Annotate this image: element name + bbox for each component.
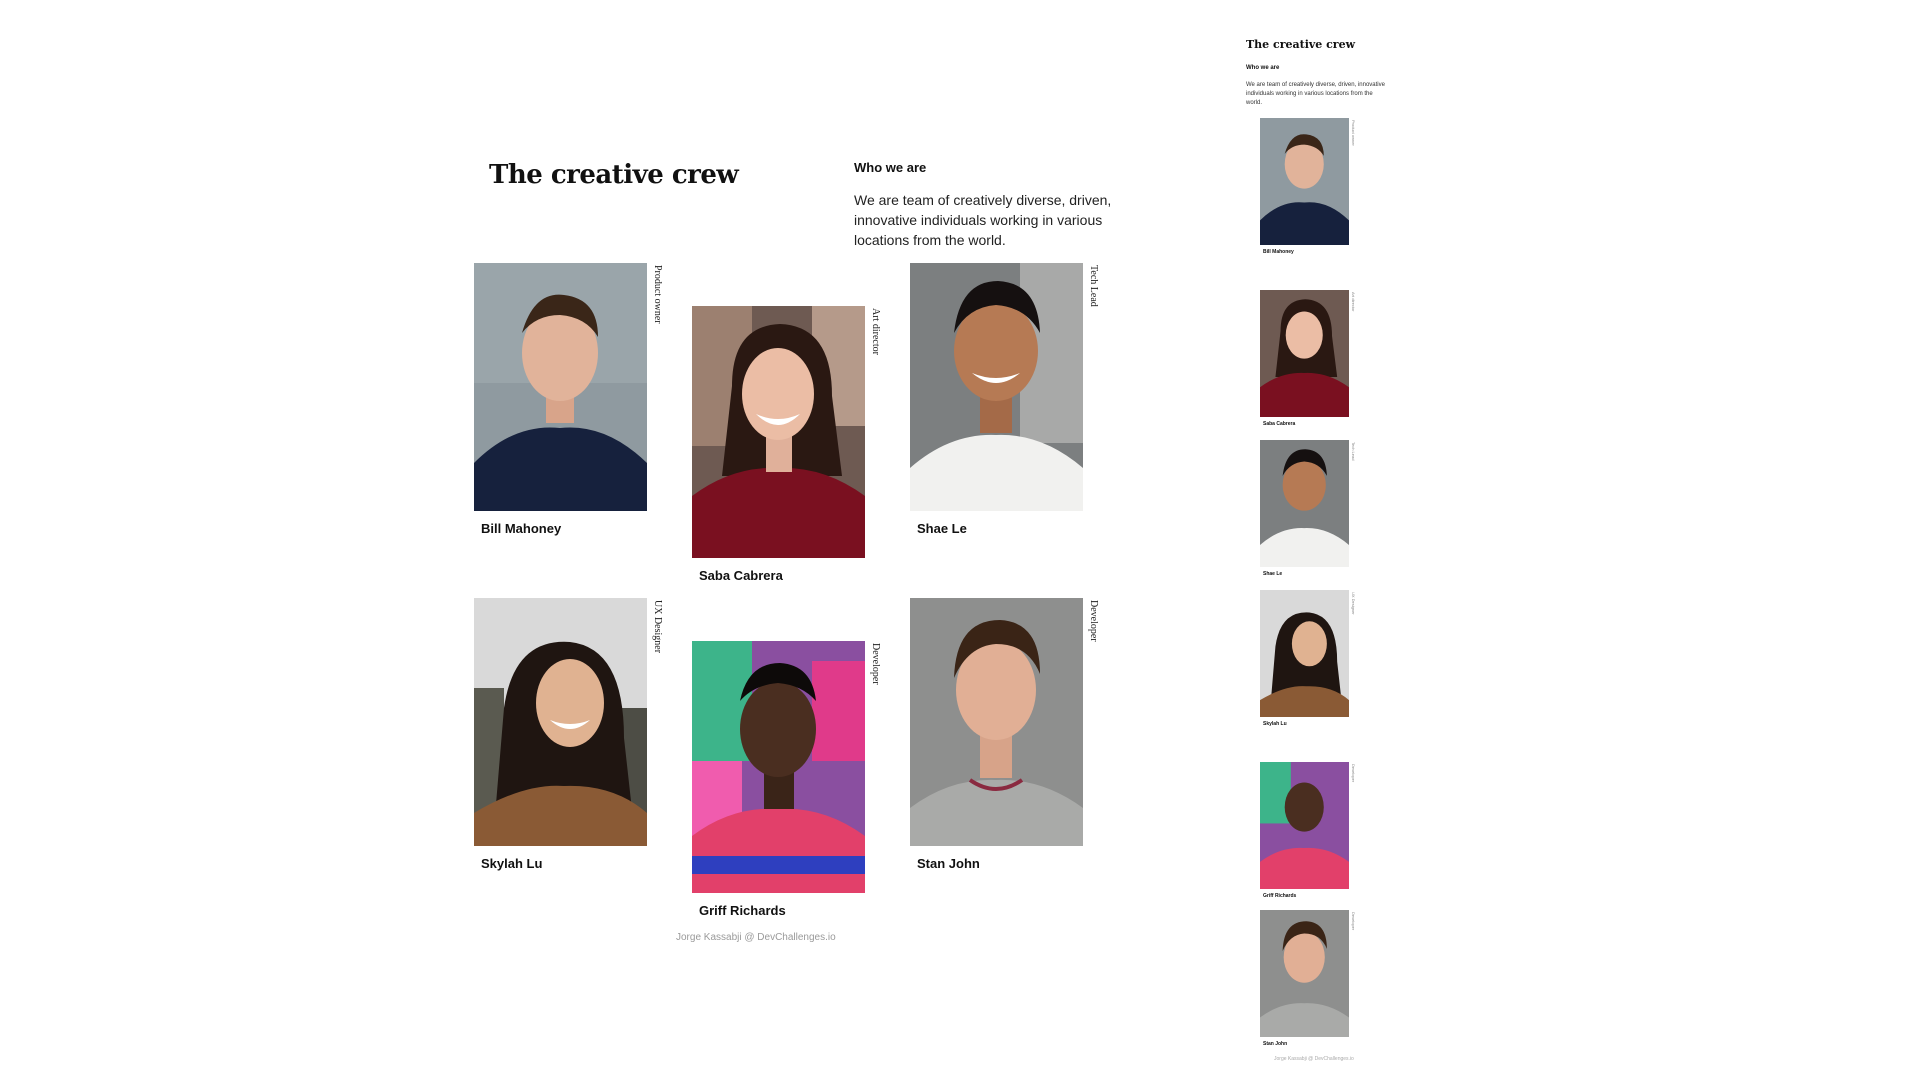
mobile-stan-john-role: Developer [1351,912,1356,931]
mobile-stan-john-name: Stan John [1263,1041,1288,1047]
mobile-team-description: We are team of creatively diverse, drive… [1246,82,1385,106]
mobile-who-we-are-heading: Who we are [1246,65,1280,71]
saba-cabrera-photo [692,306,865,558]
stan-john-name: Stan John [917,856,980,871]
mobile-preview: The creative crew Who we are We are team… [1240,30,1390,1070]
mobile-skylah-lu-name: Skylah Lu [1263,721,1287,727]
griff-richards-role: Developer [870,643,881,685]
mobile-page-title: The creative crew [1246,38,1356,51]
griff-richards-name: Griff Richards [699,903,786,918]
mobile-bill-mahoney-role: Product owner [1351,120,1356,146]
mobile-member-card-shae-le: Tech Lead Shae Le [1260,440,1356,577]
mobile-member-card-griff-richards: Developer Griff Richards [1260,762,1356,899]
mobile-shae-le-name: Shae Le [1263,571,1283,577]
team-description: We are team of creatively diverse, drive… [854,192,1112,248]
mobile-shae-le-photo [1260,440,1349,567]
who-we-are-heading: Who we are [854,160,927,175]
shae-le-role: Tech Lead [1088,265,1099,307]
member-card-bill-mahoney: Product owner Bill Mahoney [474,263,663,536]
mobile-griff-richards-photo [1260,762,1349,889]
stan-john-role: Developer [1088,600,1099,642]
mobile-member-card-skylah-lu: UX Designer Skylah Lu [1260,590,1356,727]
skylah-lu-name: Skylah Lu [481,856,543,871]
skylah-lu-role: UX Designer [652,600,663,654]
footer-credit: Jorge Kassabji @ DevChallenges.io [676,932,836,943]
bill-mahoney-role: Product owner [652,265,663,324]
mobile-member-card-bill-mahoney: Product owner Bill Mahoney [1260,118,1356,255]
mobile-griff-richards-role: Developer [1351,764,1356,783]
member-card-skylah-lu: UX Designer Skylah Lu [474,598,663,871]
mobile-saba-cabrera-role: Art director [1351,292,1356,312]
member-card-shae-le: Tech Lead Shae Le [910,263,1099,536]
member-card-saba-cabrera: Art director Saba Cabrera [692,306,881,583]
saba-cabrera-role: Art director [870,308,881,355]
mobile-stan-john-photo [1260,910,1349,1037]
shae-le-name: Shae Le [917,521,967,536]
page-title: The creative crew [489,160,739,190]
bill-mahoney-photo [474,263,647,511]
shae-le-photo [910,263,1083,511]
mobile-member-card-saba-cabrera: Art director Saba Cabrera [1260,290,1356,427]
mobile-footer-credit: Jorge Kassabji @ DevChallenges.io [1274,1056,1354,1062]
skylah-lu-photo [474,598,647,846]
stan-john-photo [910,598,1083,846]
griff-richards-photo [692,641,865,893]
desktop-view: The creative crew Who we are We are team… [0,0,1200,1080]
mobile-saba-cabrera-name: Saba Cabrera [1263,421,1296,427]
mobile-member-card-stan-john: Developer Stan John [1260,910,1356,1047]
member-card-griff-richards: Developer Griff Richards [692,641,881,918]
mobile-bill-mahoney-photo [1260,118,1349,245]
bill-mahoney-name: Bill Mahoney [481,521,562,536]
mobile-shae-le-role: Tech Lead [1351,442,1356,461]
mobile-skylah-lu-photo [1260,590,1349,717]
saba-cabrera-name: Saba Cabrera [699,568,783,583]
mobile-griff-richards-name: Griff Richards [1263,893,1297,899]
mobile-bill-mahoney-name: Bill Mahoney [1263,249,1294,255]
mobile-saba-cabrera-photo [1260,290,1349,417]
member-card-stan-john: Developer Stan John [910,598,1099,871]
mobile-skylah-lu-role: UX Designer [1351,592,1356,615]
